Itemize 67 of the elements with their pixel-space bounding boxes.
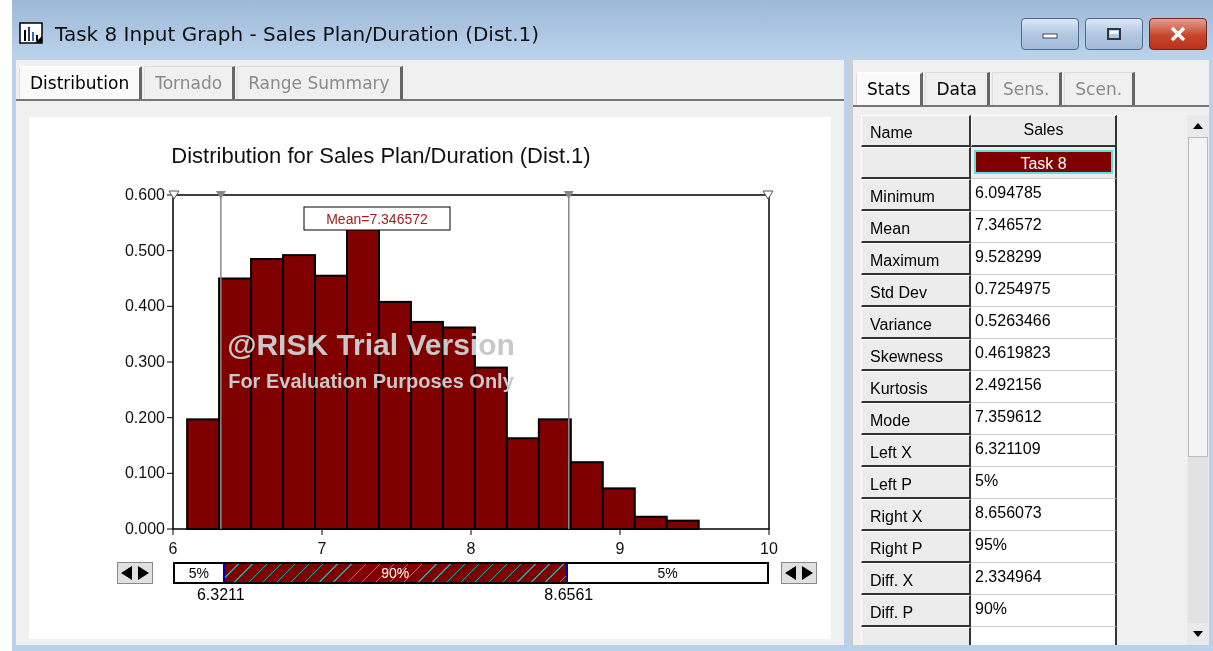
stats-tab[interactable]: Stats — [856, 72, 924, 105]
close-button[interactable] — [1149, 18, 1207, 50]
scrollbar[interactable] — [1187, 115, 1209, 645]
table-cell: 6.094785 — [971, 179, 1117, 211]
table-cell: 5% — [971, 467, 1117, 499]
delimiter-handle[interactable] — [215, 191, 226, 199]
table-cell: 7.359612 — [971, 403, 1117, 435]
row-header: Mode — [861, 403, 971, 435]
table-cell: 2.492156 — [971, 371, 1117, 403]
x-tick-label: 7 — [317, 540, 327, 557]
y-tick-label: 0.400 — [124, 297, 165, 315]
left-delimiter-arrows[interactable] — [117, 562, 153, 584]
x-tick-label: 6 — [168, 540, 178, 557]
right-delimiter-value: 8.6561 — [544, 586, 594, 604]
table-cell: 7.346572 — [971, 211, 1117, 243]
table-cell: 90% — [971, 595, 1117, 627]
row-header: Mean — [861, 211, 971, 243]
row-header: Diff. X — [861, 563, 971, 595]
y-tick-label: 0.300 — [124, 353, 165, 370]
scroll-up-icon[interactable] — [1191, 121, 1205, 131]
maximize-button[interactable] — [1085, 18, 1143, 50]
y-tick-label: 0.100 — [124, 464, 165, 482]
delimiter-handle[interactable] — [563, 191, 574, 199]
right-delimiter-arrows[interactable] — [781, 562, 817, 584]
row-header: Minimum — [861, 179, 971, 211]
y-tick-label: 0.600 — [124, 186, 165, 203]
row-header: Left X — [861, 435, 971, 467]
row-header: Maximum — [861, 243, 971, 275]
delimiter-marker[interactable] — [762, 190, 774, 200]
series-label: Task 8 — [974, 150, 1113, 174]
minimize-button[interactable] — [1021, 18, 1079, 50]
y-tick-label: 0.000 — [124, 520, 165, 537]
row-header: Kurtosis — [861, 371, 971, 403]
scroll-down-icon[interactable] — [1191, 629, 1205, 639]
left-delimiter-value: 6.3211 — [196, 586, 245, 604]
x-tick-label: 9 — [615, 540, 625, 557]
maximize-icon — [1104, 27, 1124, 41]
table-cell: 95% — [971, 531, 1117, 563]
row-header: Diff. P — [861, 595, 971, 627]
stats-tab[interactable]: Data — [925, 72, 990, 105]
delimiter-marker[interactable] — [168, 190, 180, 200]
chart-title: Distribution for Sales Plan/Duration (Dist.1) — [171, 143, 591, 168]
table-cell: 0.5263466 — [971, 307, 1117, 339]
mean-label: Mean=7.346572 — [303, 206, 451, 231]
x-tick-label: 10 — [760, 540, 778, 557]
column-header[interactable]: Name — [861, 115, 971, 147]
row-header: Variance — [861, 307, 971, 339]
row-header: Left P — [861, 467, 971, 499]
table-cell: 2.334964 — [971, 563, 1117, 595]
table-cell: 6.321109 — [971, 435, 1117, 467]
y-tick-label: 0.200 — [124, 408, 165, 426]
table-cell: 0.4619823 — [971, 339, 1117, 371]
window-title: Task 8 Input Graph - Sales Plan/Duration (Dist.1) — [55, 22, 540, 46]
graph-tab[interactable]: Distribution — [19, 66, 143, 99]
row-header: Skewness — [861, 339, 971, 371]
column-header[interactable]: Sales — [971, 115, 1117, 147]
row-header: Right X — [861, 499, 971, 531]
table-cell: 9.528299 — [971, 243, 1117, 275]
table-cell: 8.656073 — [971, 499, 1117, 531]
row-header: Std Dev — [861, 275, 971, 307]
histogram-bar — [665, 519, 700, 530]
chart-app-icon — [19, 22, 45, 46]
table-cell: 0.7254975 — [971, 275, 1117, 307]
x-tick-label: 8 — [466, 540, 476, 557]
row-header: Right P — [861, 531, 971, 563]
y-tick-label: 0.500 — [124, 241, 165, 259]
annotation: Mean=7.346572 — [326, 211, 429, 227]
